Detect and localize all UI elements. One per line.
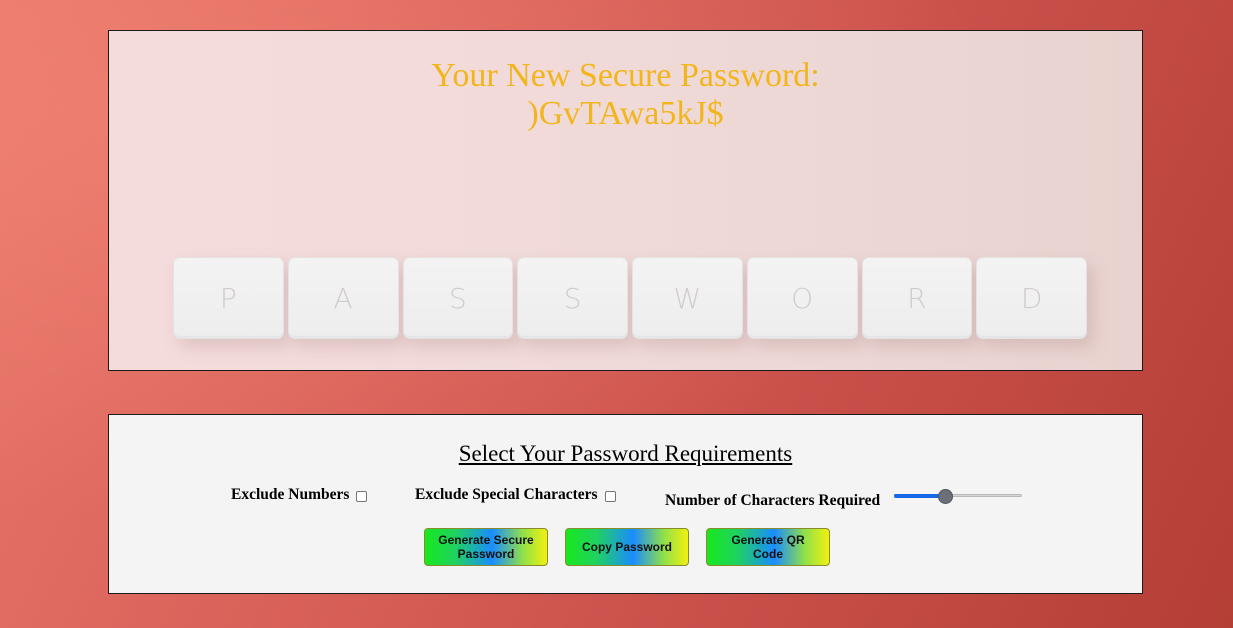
exclude-special-checkbox[interactable] bbox=[604, 490, 616, 502]
keyboard-key: R bbox=[861, 257, 973, 339]
exclude-numbers-checkbox[interactable] bbox=[356, 490, 368, 502]
length-option: Number of Characters Required bbox=[665, 492, 880, 510]
exclude-special-option: Exclude Special Characters bbox=[415, 486, 616, 504]
requirements-panel: Select Your Password Requirements Exclud… bbox=[108, 414, 1143, 594]
requirements-title: Select Your Password Requirements bbox=[458, 441, 793, 466]
keyboard-key: W bbox=[632, 257, 743, 339]
keyboard-key: O bbox=[746, 257, 858, 339]
keyboard-key: D bbox=[976, 257, 1087, 339]
length-slider[interactable] bbox=[894, 489, 1022, 504]
keyboard-key: S bbox=[517, 257, 628, 339]
slider-thumb[interactable] bbox=[938, 489, 953, 504]
password-heading-label: Your New Secure Password: bbox=[431, 57, 820, 94]
generate-qr-button[interactable]: Generate QR Code bbox=[706, 528, 830, 566]
keyboard-key: S bbox=[402, 257, 514, 339]
keyboard-key: P bbox=[173, 257, 284, 339]
password-heading: Your New Secure Password: )GvTAwa5kJ$ bbox=[109, 57, 1142, 133]
exclude-numbers-label: Exclude Numbers bbox=[231, 486, 350, 503]
exclude-special-label: Exclude Special Characters bbox=[415, 486, 598, 503]
copy-password-button[interactable]: Copy Password bbox=[565, 528, 689, 566]
exclude-numbers-option: Exclude Numbers bbox=[231, 486, 368, 504]
password-display-panel: Your New Secure Password: )GvTAwa5kJ$ P … bbox=[108, 30, 1143, 371]
keyboard-key: A bbox=[287, 257, 399, 339]
generated-password: )GvTAwa5kJ$ bbox=[527, 95, 724, 132]
generate-password-button[interactable]: Generate Secure Password bbox=[424, 528, 548, 566]
length-label: Number of Characters Required bbox=[665, 492, 881, 509]
password-keys-image: P A S S W O R D bbox=[173, 257, 1087, 339]
